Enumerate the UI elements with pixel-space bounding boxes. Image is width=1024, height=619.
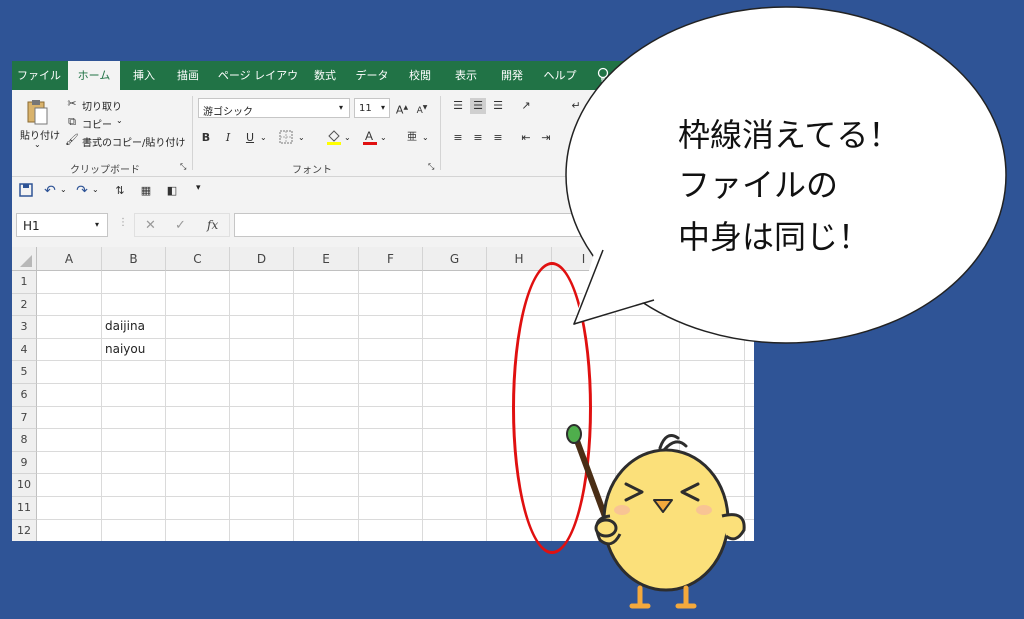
bubble-text-line2: ファイルの [678,166,839,204]
bubble-text-line3: 中身は同じ！ [678,218,871,256]
speech-bubble [565,6,1007,344]
bubble-text-line1: 枠線消えてる！ [678,116,901,154]
chick-character [566,424,746,609]
